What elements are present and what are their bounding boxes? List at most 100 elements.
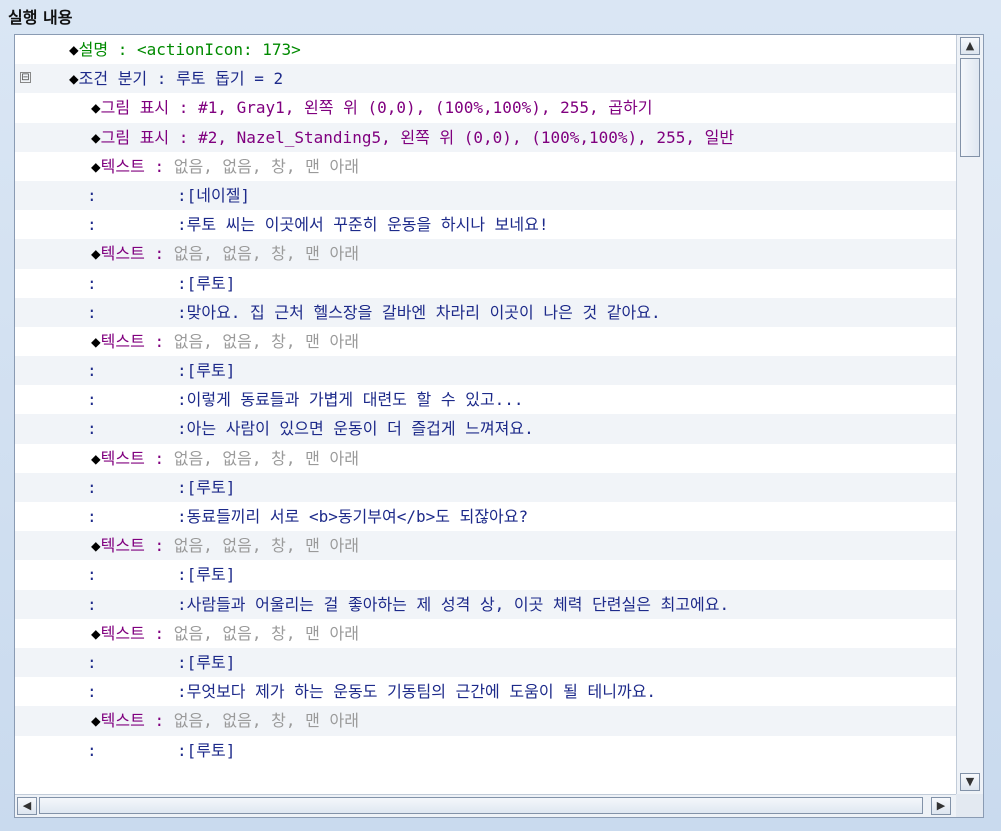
- horizontal-scroll-thumb[interactable]: [39, 797, 923, 814]
- command-parameters: 없음, 없음, 창, 맨 아래: [173, 448, 359, 468]
- continuation-colon: :: [87, 565, 97, 585]
- scroll-right-icon[interactable]: ▶: [931, 797, 951, 815]
- command-text: :[루토]: [177, 361, 236, 381]
- continuation-colon: :: [87, 273, 97, 293]
- continuation-colon: :: [87, 302, 97, 322]
- command-row[interactable]: ◆텍스트 : 없음, 없음, 창, 맨 아래: [15, 151, 956, 181]
- command-parameters: #1, Gray1, 왼쪽 위 (0,0), (100%,100%), 255,…: [198, 98, 653, 118]
- command-row[interactable]: : :[루토]: [15, 356, 956, 386]
- command-text: :[루토]: [177, 273, 236, 293]
- command-text: :[루토]: [177, 652, 236, 672]
- vertical-scrollbar[interactable]: ▲ ▼: [956, 35, 983, 795]
- command-name: 텍스트: [100, 331, 145, 351]
- continuation-colon: :: [87, 740, 97, 760]
- command-row[interactable]: ::[네이젤]: [15, 180, 956, 211]
- command-name: 조건 분기: [78, 69, 148, 89]
- command-row[interactable]: ◆텍스트 : 없음, 없음, 창, 맨 아래: [15, 443, 956, 473]
- command-rows: ◆설명 : <actionIcon: 173> ⊟ ◆조건 분기 : 루토 돕기 =…: [15, 35, 956, 795]
- continuation-colon: :: [87, 682, 97, 702]
- command-row[interactable]: ::아는 사람이 있으면 운동이 더 즐겁게 느껴져요.: [15, 414, 956, 444]
- command-text: :[루토]: [177, 565, 236, 585]
- command-parameters: 없음, 없음, 창, 맨 아래: [173, 536, 359, 556]
- command-text: :이렇게 동료들과 가볍게 대련도 할 수 있고...: [177, 390, 524, 410]
- command-marker-icon: ◆: [69, 69, 79, 89]
- horizontal-scrollbar[interactable]: ◀ ▶: [15, 794, 956, 817]
- command-name: 설명: [78, 40, 109, 59]
- command-marker-icon: ◆: [91, 331, 101, 351]
- command-name: 텍스트: [100, 156, 145, 176]
- panel-title: 실행 내용: [8, 8, 73, 27]
- command-name: 텍스트: [100, 536, 145, 556]
- continuation-colon: :: [87, 507, 97, 526]
- command-row[interactable]: : :루토 씨는 이곳에서 꾸준히 운동을 하시나 보네요!: [15, 210, 956, 240]
- command-separator: :: [144, 331, 174, 351]
- command-text: :루토 씨는 이곳에서 꾸준히 운동을 하시나 보네요!: [177, 215, 549, 235]
- command-row[interactable]: ◆텍스트 : 없음, 없음, 창, 맨 아래: [15, 531, 956, 561]
- command-separator: :: [144, 244, 174, 264]
- command-separator: :: [144, 156, 174, 176]
- command-parameters: 없음, 없음, 창, 맨 아래: [173, 244, 359, 264]
- command-separator: :: [144, 536, 174, 556]
- command-row[interactable]: ::무엇보다 제가 하는 운동도 기동팀의 근간에 도움이 될 테니까요.: [15, 677, 956, 707]
- command-separator: :: [169, 127, 199, 147]
- command-row[interactable]: : :[루토]: [15, 647, 956, 678]
- scroll-up-icon[interactable]: ▲: [960, 37, 980, 55]
- command-row[interactable]: : :맞아요. 집 근처 헬스장을 갈바엔 차라리 이곳이 나은 것 같아요.: [15, 297, 956, 327]
- command-marker-icon: ◆: [69, 40, 79, 59]
- continuation-colon: :: [87, 361, 97, 381]
- command-text: :[루토]: [177, 477, 236, 497]
- command-parameters: #2, Nazel_Standing5, 왼쪽 위 (0,0), (100%,1…: [198, 127, 735, 147]
- command-parameters: 없음, 없음, 창, 맨 아래: [173, 156, 359, 176]
- command-row[interactable]: : :[루토]: [15, 472, 956, 502]
- command-row[interactable]: : :[루토]: [15, 560, 956, 590]
- command-marker-icon: ◆: [91, 244, 101, 264]
- command-row[interactable]: ::사람들과 어울리는 걸 좋아하는 제 성격 상, 이곳 체력 단련실은 최고…: [15, 589, 956, 619]
- continuation-colon: :: [87, 477, 97, 497]
- command-name: 그림 표시: [100, 127, 170, 147]
- command-row[interactable]: ◆설명 : <actionIcon: 173>: [15, 35, 956, 65]
- vertical-scroll-thumb[interactable]: [960, 58, 980, 157]
- command-row[interactable]: ◆텍스트 : 없음, 없음, 창, 맨 아래: [15, 706, 956, 736]
- command-list[interactable]: ◆설명 : <actionIcon: 173> ⊟ ◆조건 분기 : 루토 돕기 =…: [14, 34, 984, 818]
- command-marker-icon: ◆: [91, 711, 101, 731]
- continuation-colon: :: [87, 185, 97, 205]
- command-parameters: 없음, 없음, 창, 맨 아래: [173, 331, 359, 351]
- command-row[interactable]: ◆텍스트 : 없음, 없음, 창, 맨 아래: [15, 618, 956, 648]
- continuation-colon: :: [87, 390, 97, 410]
- continuation-colon: :: [87, 419, 97, 439]
- command-separator: :: [144, 623, 174, 643]
- command-row[interactable]: ⊟ ◆조건 분기 : 루토 돕기 = 2: [15, 64, 956, 94]
- event-contents-panel: 실행 내용 ◆설명 : <actionIcon: 173> ⊟ ◆조건 분기 : 루…: [0, 0, 1001, 831]
- continuation-colon: :: [87, 652, 97, 672]
- command-text: :맞아요. 집 근처 헬스장을 갈바엔 차라리 이곳이 나은 것 같아요.: [177, 302, 661, 322]
- command-text: :사람들과 어울리는 걸 좋아하는 제 성격 상, 이곳 체력 단련실은 최고에…: [177, 594, 730, 614]
- collapse-toggle-icon[interactable]: ⊟: [20, 72, 31, 84]
- command-name: 텍스트: [100, 448, 145, 468]
- command-separator: :: [108, 40, 137, 59]
- command-row[interactable]: : :이렇게 동료들과 가볍게 대련도 할 수 있고...: [15, 385, 956, 415]
- command-text: :동료들끼리 서로 <b>동기부여</b>도 되잖아요?: [177, 507, 529, 526]
- command-row[interactable]: : :[루토]: [15, 268, 956, 298]
- command-row[interactable]: : :동료들끼리 서로 <b>동기부여</b>도 되잖아요?: [15, 502, 956, 532]
- scroll-down-icon[interactable]: ▼: [960, 773, 980, 791]
- command-separator: :: [147, 69, 177, 89]
- command-row[interactable]: : :[루토]: [15, 735, 956, 765]
- continuation-colon: :: [87, 215, 97, 235]
- command-name: 텍스트: [100, 244, 145, 264]
- command-name: 텍스트: [100, 711, 145, 731]
- command-separator: :: [144, 448, 174, 468]
- command-parameters: 없음, 없음, 창, 맨 아래: [173, 711, 359, 731]
- command-marker-icon: ◆: [91, 156, 101, 176]
- command-marker-icon: ◆: [91, 448, 101, 468]
- scroll-left-icon[interactable]: ◀: [17, 797, 37, 815]
- command-row[interactable]: ◆그림 표시 : #1, Gray1, 왼쪽 위 (0,0), (100%,10…: [15, 93, 956, 123]
- command-row[interactable]: ◆텍스트 : 없음, 없음, 창, 맨 아래: [15, 239, 956, 269]
- command-marker-icon: ◆: [91, 127, 101, 147]
- command-text: :[루토]: [177, 740, 236, 760]
- command-marker-icon: ◆: [91, 536, 101, 556]
- command-parameters: 루토 돕기 = 2: [176, 69, 284, 89]
- command-parameters: 없음, 없음, 창, 맨 아래: [173, 623, 359, 643]
- command-row[interactable]: ◆그림 표시 : #2, Nazel_Standing5, 왼쪽 위 (0,0)…: [15, 122, 956, 152]
- scrollbar-corner: [956, 794, 983, 817]
- command-row[interactable]: ◆텍스트 : 없음, 없음, 창, 맨 아래: [15, 326, 956, 357]
